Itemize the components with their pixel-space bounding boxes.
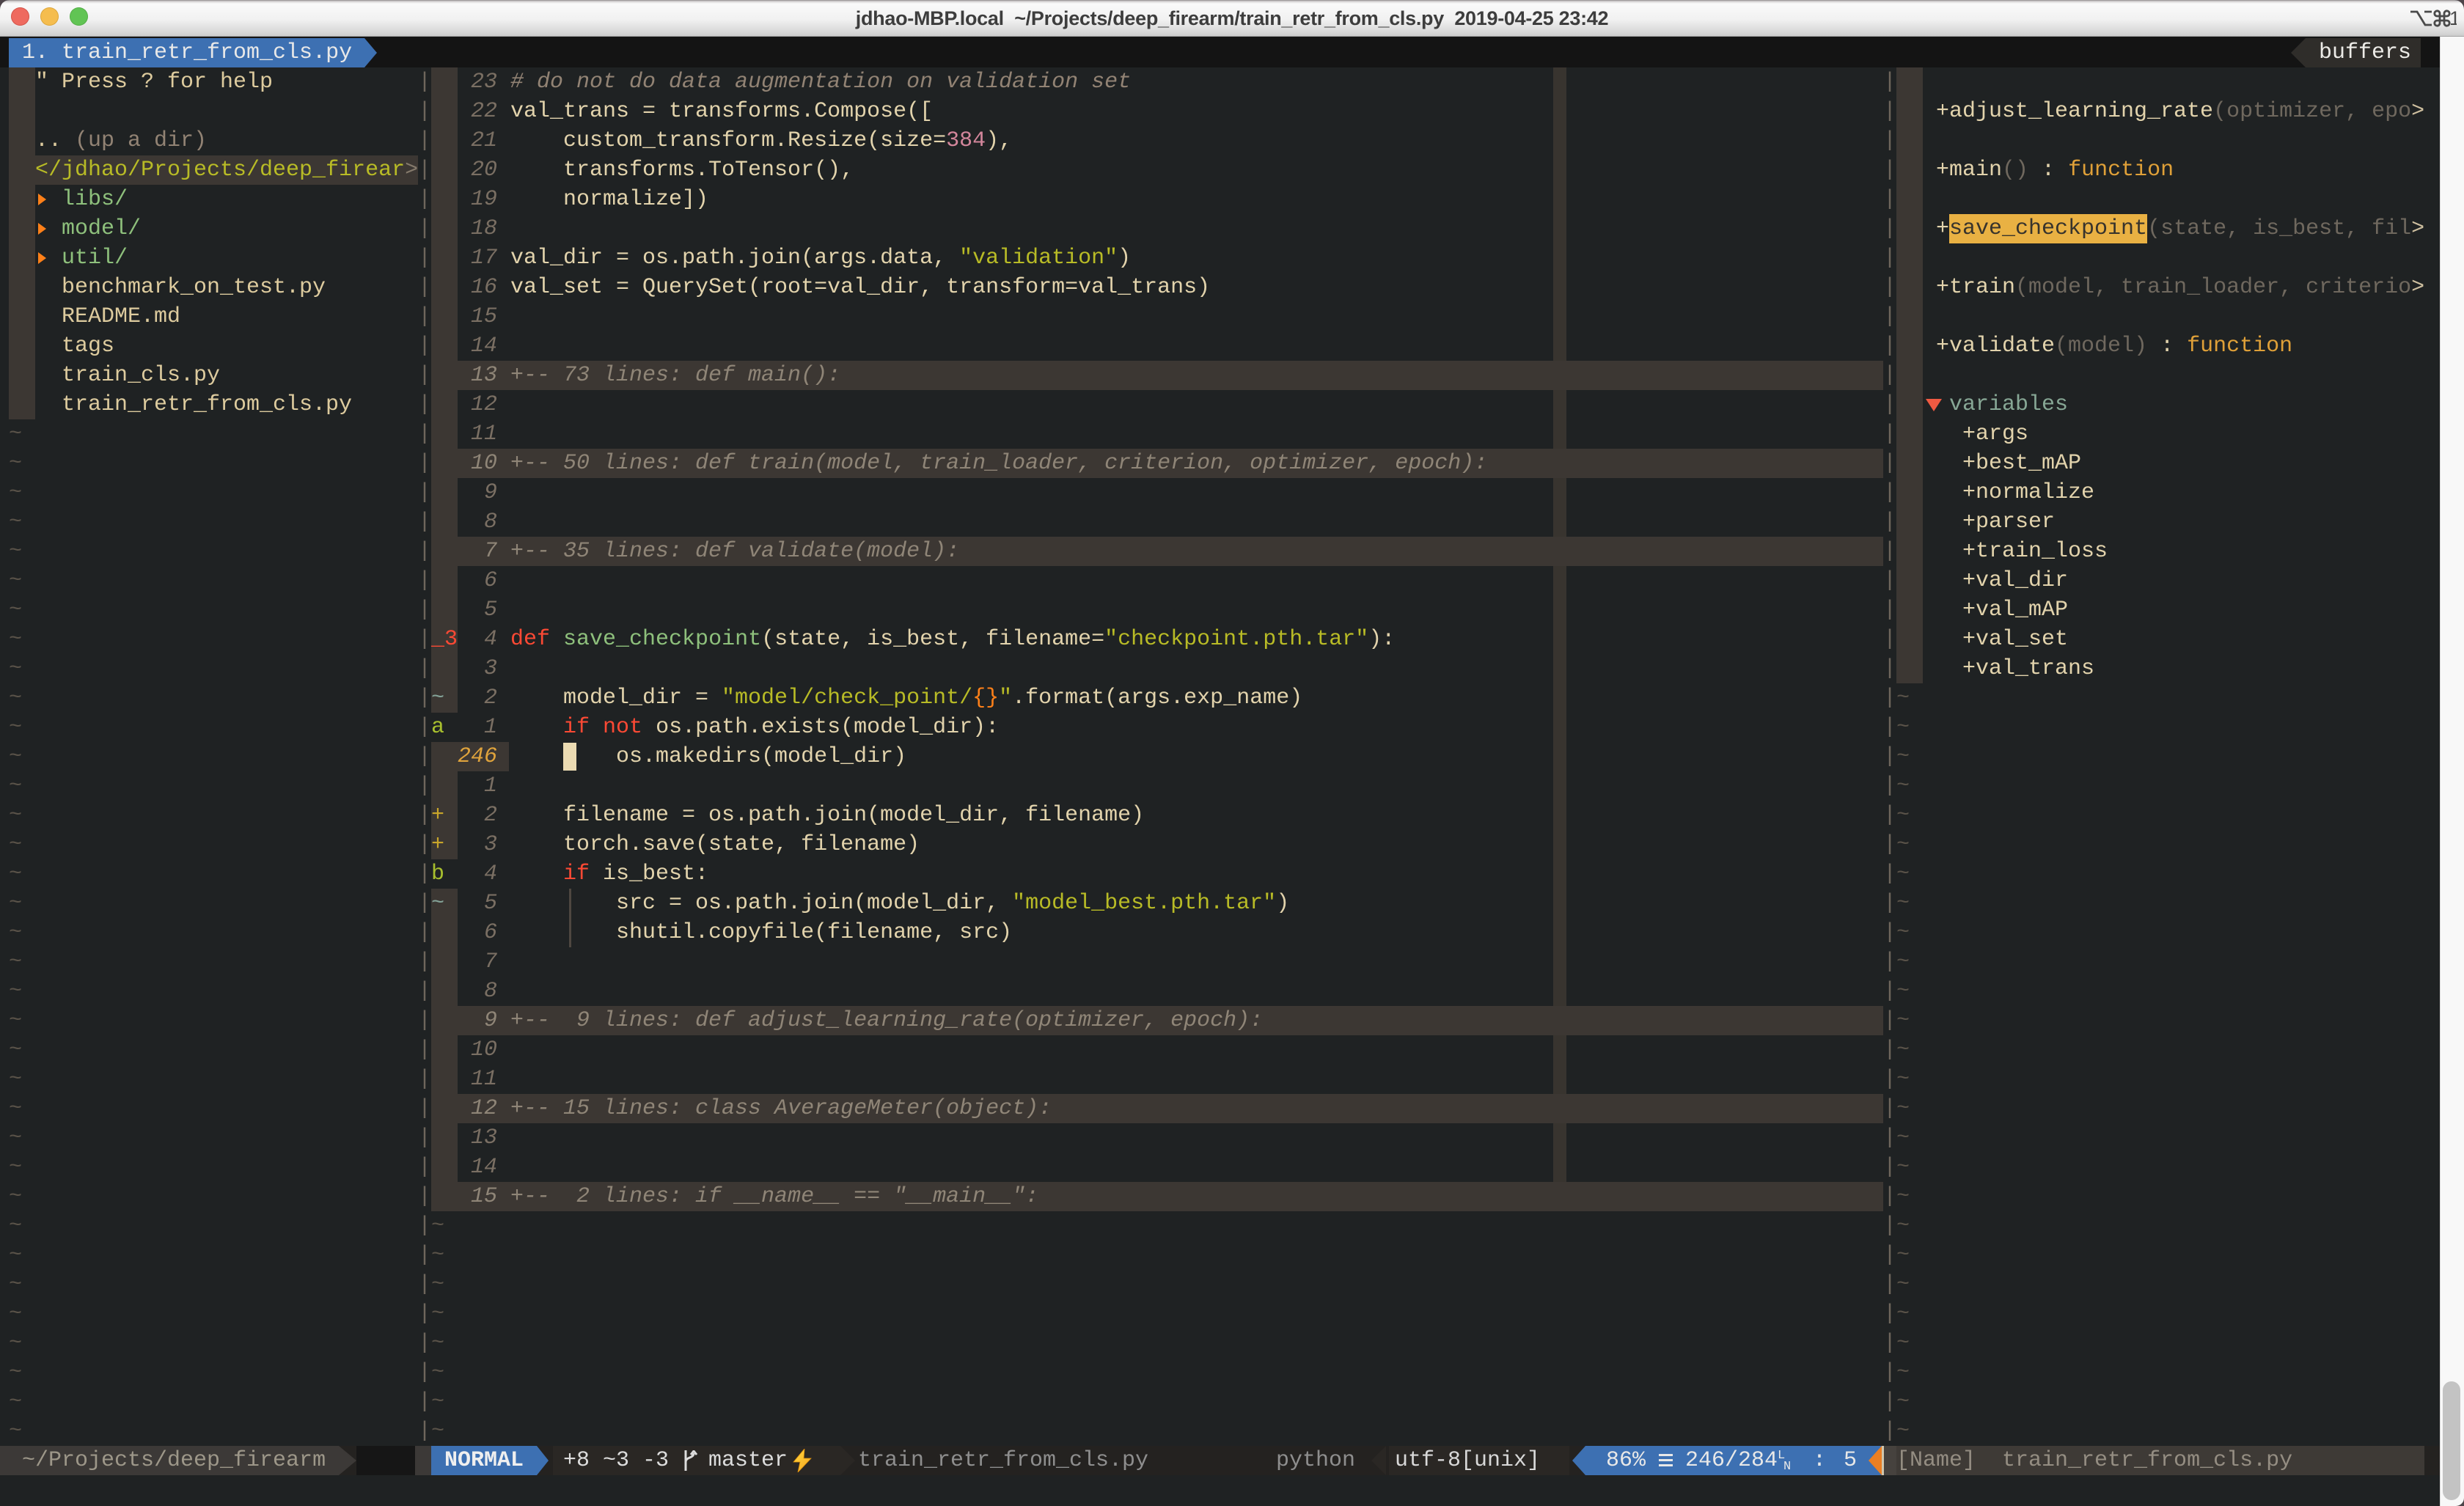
svg-text:1: 1 xyxy=(2449,7,2457,29)
